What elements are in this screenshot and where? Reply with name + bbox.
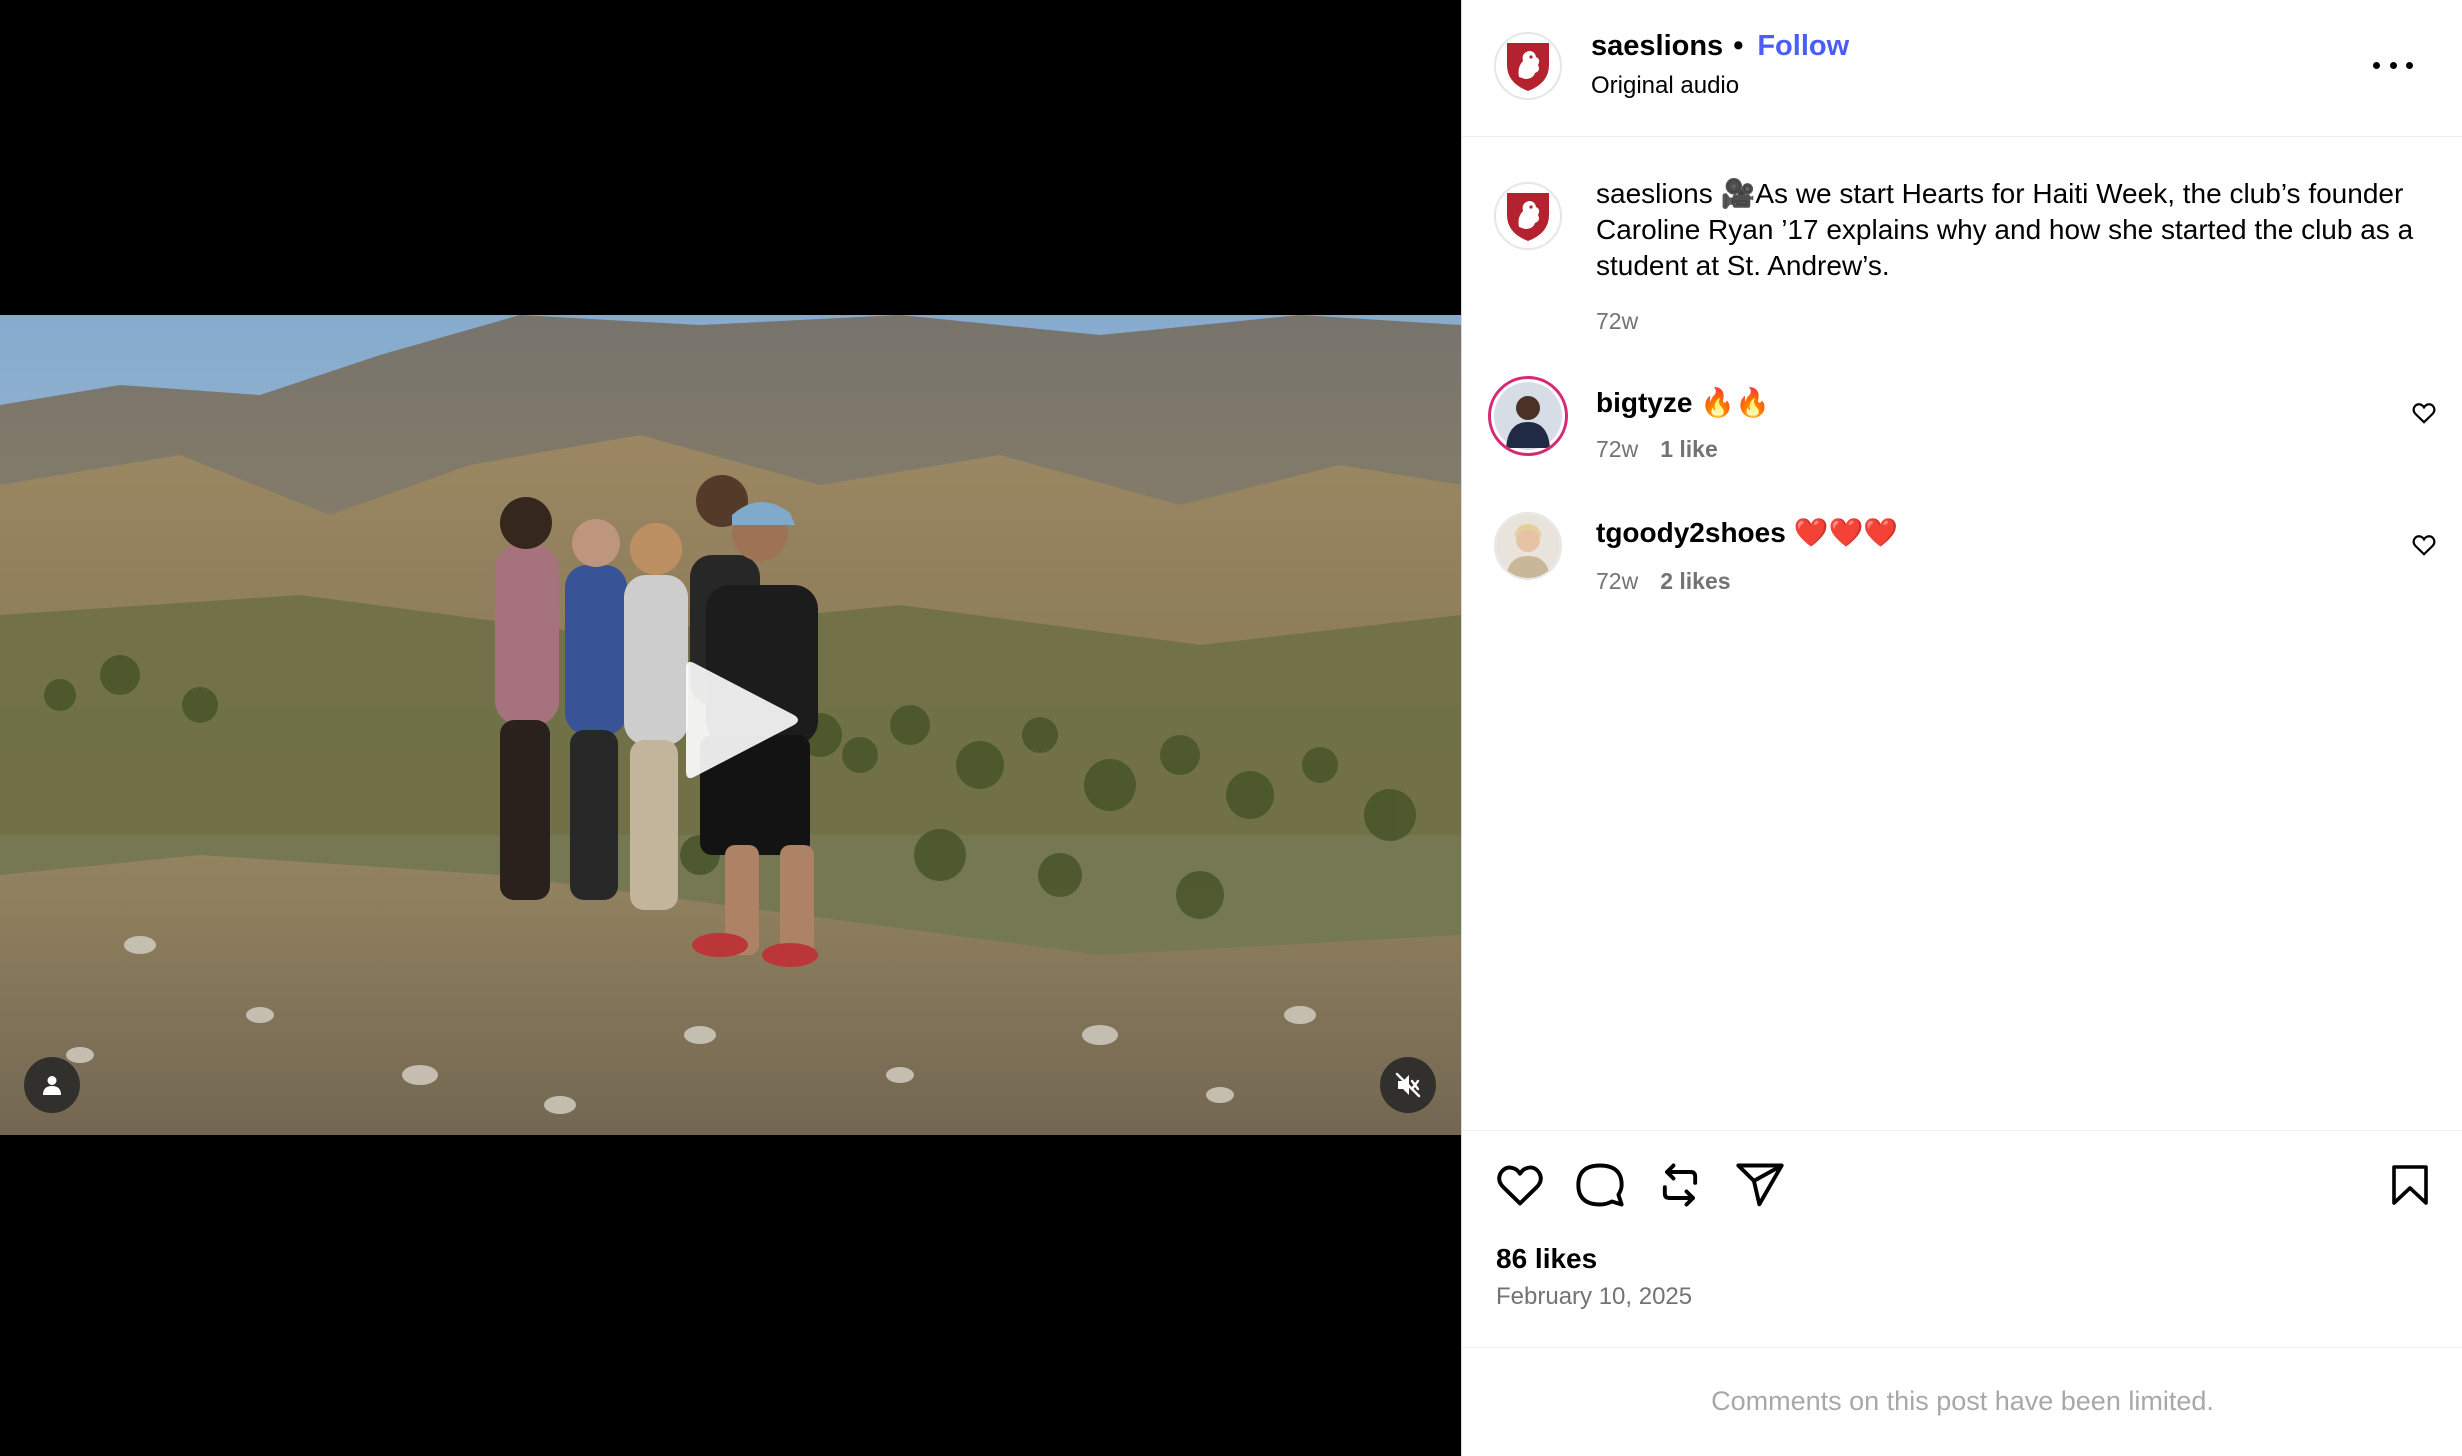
comment-username[interactable]: tgoody2shoes xyxy=(1596,517,1786,548)
comments-limited-notice: Comments on this post have been limited. xyxy=(1711,1386,2214,1416)
comment-text: 🔥🔥 xyxy=(1700,387,1770,418)
more-dot xyxy=(2406,61,2413,69)
commenter-avatar[interactable] xyxy=(1488,376,1568,456)
post-details-panel: saeslions • Follow Original audio saeslion… xyxy=(1461,0,2462,1456)
comment-text: ❤️❤️❤️ xyxy=(1793,517,1899,548)
commenter-avatar[interactable] xyxy=(1494,512,1562,580)
mute-toggle-button[interactable] xyxy=(1380,1057,1436,1113)
tagged-users-button[interactable] xyxy=(24,1057,80,1113)
post-header: saeslions • Follow Original audio xyxy=(1462,0,2462,137)
likes-count[interactable]: 86 likes xyxy=(1496,1243,1597,1275)
more-dot xyxy=(2389,61,2397,69)
more-options-button[interactable] xyxy=(2373,50,2413,80)
user-photo-icon xyxy=(1496,514,1560,578)
play-button[interactable] xyxy=(676,655,806,785)
caption-avatar[interactable] xyxy=(1494,182,1562,250)
like-comment-heart-icon[interactable] xyxy=(2411,532,2437,558)
comment-likes[interactable]: 2 likes xyxy=(1660,568,1730,594)
post-date[interactable]: February 10, 2025 xyxy=(1496,1283,1692,1311)
lion-shield-logo-icon xyxy=(1507,43,1549,91)
separator-dot: • xyxy=(1733,30,1744,62)
heart-icon[interactable] xyxy=(1494,1159,1546,1211)
comment-line: tgoody2shoes ❤️❤️❤️ xyxy=(1596,516,1898,549)
repost-icon[interactable] xyxy=(1654,1159,1706,1211)
user-photo-icon xyxy=(1494,382,1562,450)
comment-meta: 72w 2 likes xyxy=(1596,568,1731,595)
comment-timestamp[interactable]: 72w xyxy=(1596,568,1638,594)
bookmark-icon[interactable] xyxy=(2386,1159,2434,1211)
like-comment-heart-icon[interactable] xyxy=(2411,400,2437,426)
media-pane xyxy=(0,0,1461,1456)
more-dot xyxy=(2373,61,2380,69)
comment-meta: 72w 1 like xyxy=(1596,436,1718,463)
speaker-muted-icon xyxy=(1395,1072,1421,1098)
comment-username[interactable]: bigtyze xyxy=(1596,387,1692,418)
share-icon[interactable] xyxy=(1734,1159,1786,1211)
instagram-post-view: saeslions • Follow Original audio saeslion… xyxy=(0,0,2462,1456)
play-icon xyxy=(686,661,798,779)
caption-timestamp[interactable]: 72w xyxy=(1596,308,1638,335)
caption-username[interactable]: saeslions xyxy=(1596,178,1713,209)
user-icon xyxy=(43,1076,61,1095)
follow-button[interactable]: Follow xyxy=(1757,30,1849,62)
post-actions: 86 likes February 10, 2025 xyxy=(1462,1130,2462,1348)
caption-body: 🎥As we start Hearts for Haiti Week, the … xyxy=(1596,178,2414,281)
author-avatar[interactable] xyxy=(1494,32,1562,100)
audio-label[interactable]: Original audio xyxy=(1591,72,1739,100)
comment-likes[interactable]: 1 like xyxy=(1660,436,1718,462)
header-user-line: saeslions • Follow xyxy=(1591,30,1849,63)
comment-line: bigtyze 🔥🔥 xyxy=(1596,386,1770,419)
caption-text: saeslions 🎥As we start Hearts for Haiti … xyxy=(1596,176,2436,284)
lion-shield-logo-icon xyxy=(1507,193,1549,241)
comment-timestamp[interactable]: 72w xyxy=(1596,436,1638,462)
author-username[interactable]: saeslions xyxy=(1591,30,1723,62)
comment-icon[interactable] xyxy=(1574,1159,1626,1211)
